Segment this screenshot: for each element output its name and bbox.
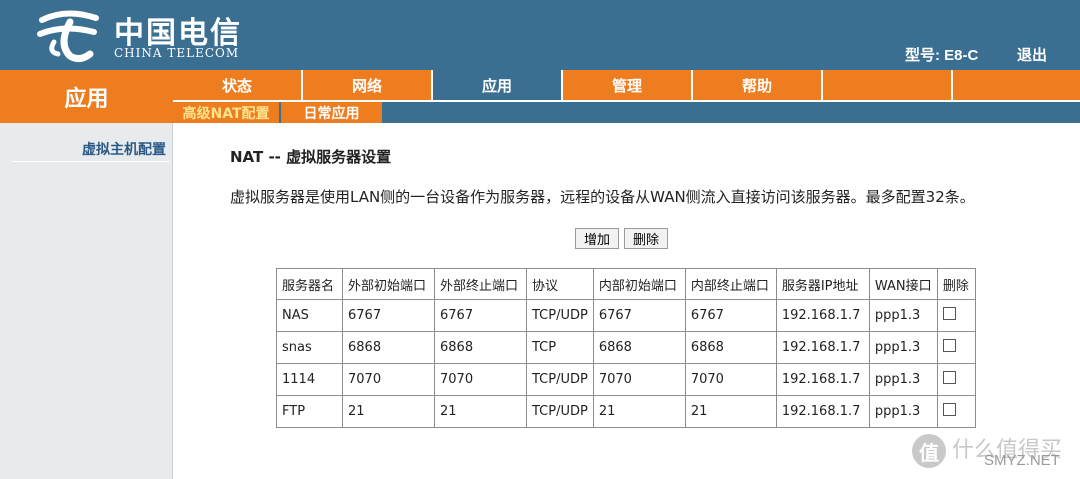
cell-delete: [936, 395, 976, 428]
cell-delete: [936, 363, 976, 396]
page-title: NAT -- 虚拟服务器设置: [230, 148, 392, 166]
col-int-end-port: 内部终止端口: [684, 268, 777, 300]
page-description: 虚拟服务器是使用LAN侧的一台设备作为服务器，远程的设备从WAN侧流入直接访问该…: [230, 188, 975, 206]
delete-checkbox[interactable]: [942, 403, 956, 416]
cell-ext-end-port: 6868: [434, 331, 527, 364]
col-server-ip: 服务器IP地址: [775, 268, 870, 300]
cell-ext-end-port: 7070: [434, 363, 527, 396]
logout-link[interactable]: 退出: [1017, 44, 1047, 65]
cell-int-end-port: 6868: [684, 331, 777, 364]
nav-tab-management[interactable]: 管理: [563, 70, 691, 100]
cell-wan-interface: ppp1.3: [868, 331, 938, 364]
table-row: 1114 7070 7070 TCP/UDP 7070 7070 192.168…: [276, 363, 976, 396]
table-row: snas 6868 6868 TCP 6868 6868 192.168.1.7…: [276, 331, 976, 364]
col-ext-start-port: 外部初始端口: [342, 268, 435, 300]
delete-checkbox[interactable]: [942, 307, 956, 320]
nav-tab-empty-1: [823, 70, 951, 100]
delete-checkbox[interactable]: [942, 339, 956, 352]
cell-ext-start-port: 6868: [342, 331, 435, 364]
col-wan-interface: WAN接口: [868, 268, 938, 300]
delete-checkbox[interactable]: [942, 371, 956, 384]
main-nav: 状态 网络 应用 管理 帮助: [173, 70, 1080, 100]
cell-int-start-port: 6868: [592, 331, 686, 364]
nav-tab-empty-2: [953, 70, 1080, 100]
model-label: 型号: E8-C: [905, 47, 979, 64]
cell-protocol: TCP/UDP: [526, 363, 594, 396]
cell-wan-interface: ppp1.3: [868, 363, 938, 396]
watermark: 值 什么值得买 SMYZ.NET: [912, 432, 1080, 479]
section-title: 应用: [0, 70, 173, 123]
cell-wan-interface: ppp1.3: [868, 299, 938, 332]
cell-ext-start-port: 7070: [342, 363, 435, 396]
cell-server-ip: 192.168.1.7: [775, 395, 870, 428]
col-delete: 删除: [936, 268, 976, 300]
subnav-daily-apps[interactable]: 日常应用: [281, 102, 382, 123]
cell-server-name: snas: [276, 331, 343, 364]
cell-delete: [936, 299, 976, 332]
action-buttons: 增加 删除: [575, 228, 669, 249]
nav-tab-status[interactable]: 状态: [173, 70, 301, 100]
telecom-emblem-icon: [37, 10, 99, 63]
col-ext-end-port: 外部终止端口: [434, 268, 527, 300]
cell-server-name: 1114: [276, 363, 343, 396]
cell-server-ip: 192.168.1.7: [775, 363, 870, 396]
cell-server-name: NAS: [276, 299, 343, 332]
sidebar: 虚拟主机配置: [0, 123, 173, 479]
add-button[interactable]: 增加: [575, 228, 620, 249]
sub-nav: 高级NAT配置 日常应用: [173, 100, 1080, 123]
col-server-name: 服务器名: [276, 268, 343, 300]
cell-delete: [936, 331, 976, 364]
nav-tab-network[interactable]: 网络: [303, 70, 431, 100]
cell-int-start-port: 6767: [592, 299, 686, 332]
top-header: 中国电信 CHINA TELECOM 型号: E8-C 退出: [0, 0, 1080, 70]
delete-button[interactable]: 删除: [624, 228, 669, 249]
cell-server-ip: 192.168.1.7: [775, 331, 870, 364]
table-header-row: 服务器名 外部初始端口 外部终止端口 协议 内部初始端口 内部终止端口 服务器I…: [276, 268, 976, 300]
china-telecom-logo: 中国电信 CHINA TELECOM: [36, 6, 256, 66]
cell-int-end-port: 7070: [684, 363, 777, 396]
cell-wan-interface: ppp1.3: [868, 395, 938, 428]
nav-tab-application[interactable]: 应用: [433, 70, 561, 100]
table-row: NAS 6767 6767 TCP/UDP 6767 6767 192.168.…: [276, 299, 976, 332]
cell-ext-end-port: 21: [434, 395, 527, 428]
col-int-start-port: 内部初始端口: [592, 268, 686, 300]
logo-english-text: CHINA TELECOM: [114, 46, 240, 60]
virtual-server-table: 服务器名 外部初始端口 外部终止端口 协议 内部初始端口 内部终止端口 服务器I…: [276, 268, 976, 428]
cell-ext-start-port: 6767: [342, 299, 435, 332]
watermark-logo-icon: 值: [912, 434, 946, 468]
table-row: FTP 21 21 TCP/UDP 21 21 192.168.1.7 ppp1…: [276, 395, 976, 428]
cell-int-end-port: 6767: [684, 299, 777, 332]
cell-int-start-port: 7070: [592, 363, 686, 396]
cell-server-ip: 192.168.1.7: [775, 299, 870, 332]
watermark-url: SMYZ.NET: [984, 452, 1060, 469]
sidebar-item-virtual-host[interactable]: 虚拟主机配置: [12, 139, 170, 162]
cell-ext-start-port: 21: [342, 395, 435, 428]
cell-ext-end-port: 6767: [434, 299, 527, 332]
cell-int-end-port: 21: [684, 395, 777, 428]
cell-int-start-port: 21: [592, 395, 686, 428]
cell-protocol: TCP/UDP: [526, 395, 594, 428]
nav-tab-help[interactable]: 帮助: [693, 70, 821, 100]
subnav-advanced-nat[interactable]: 高级NAT配置: [173, 102, 279, 123]
cell-protocol: TCP/UDP: [526, 299, 594, 332]
col-protocol: 协议: [526, 268, 594, 300]
cell-protocol: TCP: [526, 331, 594, 364]
cell-server-name: FTP: [276, 395, 343, 428]
